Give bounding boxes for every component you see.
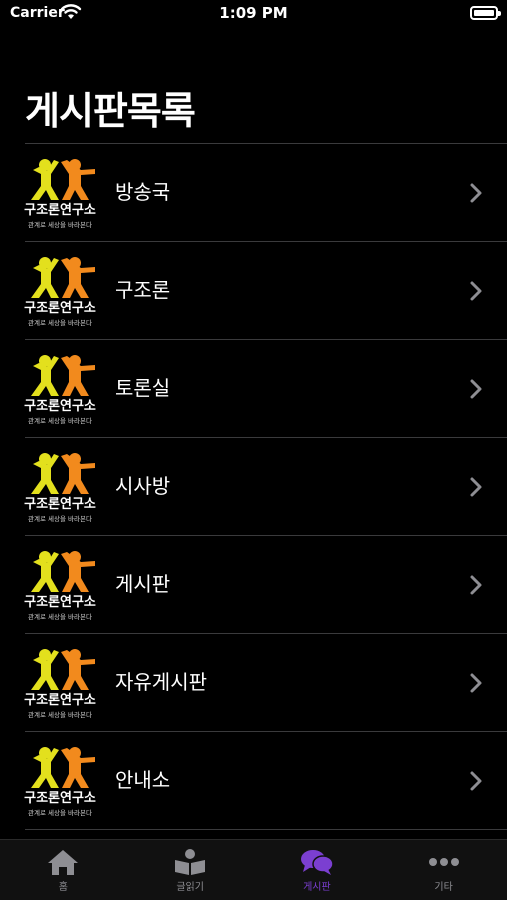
status-bar: Carrier 1:09 PM (0, 0, 507, 28)
more-dots-icon (428, 858, 459, 866)
board-label: 게시판 (115, 572, 171, 596)
svg-text:관계로 세상을 바라본다: 관계로 세상을 바라본다 (28, 808, 92, 817)
chevron-right-icon (470, 673, 482, 693)
tab-home[interactable]: 홈 (0, 840, 127, 900)
board-row-0[interactable]: 구조론연구소 관계로 세상을 바라본다 방송국 (24, 144, 507, 242)
svg-text:관계로 세상을 바라본다: 관계로 세상을 바라본다 (28, 318, 92, 327)
chevron-right-icon (470, 183, 482, 203)
tab-more[interactable]: 기타 (380, 840, 507, 900)
logo-icon: 구조론연구소 관계로 세상을 바라본다 (24, 747, 96, 817)
chevron-right-icon (470, 281, 482, 301)
svg-text:구조론연구소: 구조론연구소 (24, 301, 96, 316)
board-row-2[interactable]: 구조론연구소 관계로 세상을 바라본다 토론실 (24, 340, 507, 438)
logo-icon: 구조론연구소 관계로 세상을 바라본다 (24, 159, 96, 229)
svg-text:관계로 세상을 바라본다: 관계로 세상을 바라본다 (28, 612, 92, 621)
tab-reader[interactable]: 글읽기 (127, 840, 254, 900)
svg-text:구조론연구소: 구조론연구소 (24, 595, 96, 610)
tab-label: 글읽기 (176, 882, 204, 893)
svg-text:관계로 세상을 바라본다: 관계로 세상을 바라본다 (28, 710, 92, 719)
chat-bubbles-icon (300, 850, 334, 875)
board-row-4[interactable]: 구조론연구소 관계로 세상을 바라본다 게시판 (24, 536, 507, 634)
board-row-6[interactable]: 구조론연구소 관계로 세상을 바라본다 안내소 (24, 732, 507, 830)
reader-icon (175, 849, 206, 875)
logo-icon: 구조론연구소 관계로 세상을 바라본다 (24, 453, 96, 523)
svg-text:관계로 세상을 바라본다: 관계로 세상을 바라본다 (28, 220, 92, 229)
svg-text:관계로 세상을 바라본다: 관계로 세상을 바라본다 (28, 416, 92, 425)
tab-label: 홈 (58, 882, 68, 893)
chevron-right-icon (470, 771, 482, 791)
chevron-right-icon (470, 575, 482, 595)
status-time: 1:09 PM (219, 4, 288, 22)
svg-text:구조론연구소: 구조론연구소 (24, 497, 96, 512)
board-label: 안내소 (115, 768, 171, 792)
page-title: 게시판목록 (25, 89, 196, 133)
home-icon (48, 850, 79, 875)
board-label: 토론실 (115, 376, 171, 400)
tab-boards[interactable]: 게시판 (254, 840, 381, 900)
logo-icon: 구조론연구소 관계로 세상을 바라본다 (24, 257, 96, 327)
logo-icon: 구조론연구소 관계로 세상을 바라본다 (24, 551, 96, 621)
logo-icon: 구조론연구소 관계로 세상을 바라본다 (24, 355, 96, 425)
svg-text:구조론연구소: 구조론연구소 (24, 399, 96, 414)
board-label: 구조론 (115, 278, 171, 302)
logo-icon: 구조론연구소 관계로 세상을 바라본다 (24, 649, 96, 719)
tab-label: 기타 (434, 882, 453, 893)
board-label: 시사방 (115, 474, 171, 498)
battery-icon (470, 6, 501, 20)
board-label: 자유게시판 (115, 670, 207, 694)
tab-bar: 홈 글읽기 게시판 기타 (0, 839, 507, 900)
board-row-1[interactable]: 구조론연구소 관계로 세상을 바라본다 구조론 (24, 242, 507, 340)
svg-text:구조론연구소: 구조론연구소 (24, 693, 96, 708)
chevron-right-icon (470, 379, 482, 399)
svg-text:관계로 세상을 바라본다: 관계로 세상을 바라본다 (28, 514, 92, 523)
chevron-right-icon (470, 477, 482, 497)
board-row-3[interactable]: 구조론연구소 관계로 세상을 바라본다 시사방 (24, 438, 507, 536)
svg-text:구조론연구소: 구조론연구소 (24, 791, 96, 806)
board-label: 방송국 (115, 180, 171, 204)
board-row-5[interactable]: 구조론연구소 관계로 세상을 바라본다 자유게시판 (24, 634, 507, 732)
board-list: 구조론연구소 관계로 세상을 바라본다 방송국 구조론연구소 관계로 세상을 바… (0, 144, 507, 830)
tab-label: 게시판 (303, 882, 331, 893)
svg-text:구조론연구소: 구조론연구소 (24, 203, 96, 218)
